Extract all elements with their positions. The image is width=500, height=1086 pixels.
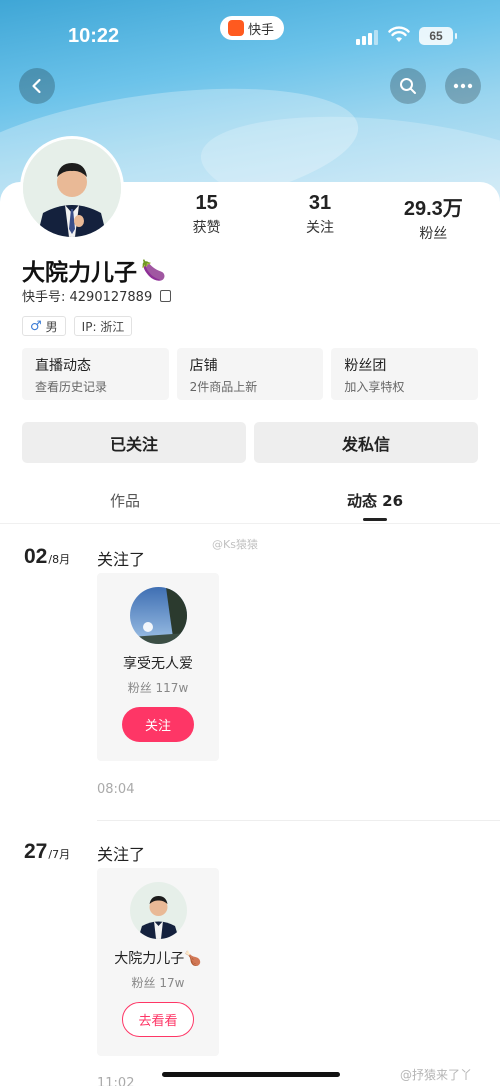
search-button[interactable] bbox=[390, 68, 426, 104]
ip-location-tag: IP: 浙江 bbox=[73, 316, 133, 336]
more-dots-icon bbox=[453, 83, 473, 89]
stat-label: 获赞 bbox=[192, 220, 221, 236]
info-card-title: 直播动态 bbox=[35, 358, 91, 374]
feed-date: 02 /8月 bbox=[24, 545, 70, 569]
cellular-signal-icon bbox=[356, 30, 378, 45]
drumstick-emoji-icon: 🍗 bbox=[184, 951, 202, 967]
followed-button[interactable]: 已关注 bbox=[22, 422, 246, 463]
feed-divider bbox=[97, 820, 500, 821]
watermark: @抒猿来了丫 bbox=[400, 1068, 473, 1082]
followed-user-name-row: 大院力儿子🍗 bbox=[97, 948, 219, 968]
kuaishou-id: 快手号: 4290127889 bbox=[22, 290, 153, 305]
profile-tags: ♂ 男 IP: 浙江 bbox=[22, 316, 133, 336]
app-name: 快手 bbox=[248, 22, 275, 38]
followed-user-card[interactable]: 享受无人爱 粉丝 117w 关注 bbox=[97, 573, 219, 761]
shop-card[interactable]: 店铺 2件商品上新 bbox=[176, 348, 324, 400]
stat-following[interactable]: 31 关注 bbox=[263, 192, 376, 243]
stat-label: 关注 bbox=[305, 220, 334, 236]
feed-action-text: 关注了 bbox=[97, 845, 146, 864]
male-icon: ♂ bbox=[30, 318, 42, 334]
stat-value: 15 bbox=[195, 192, 218, 214]
profile-info-cards: 直播动态 查看历史记录 店铺 2件商品上新 粉丝团 加入享特权 bbox=[22, 348, 479, 400]
feed-day: 02 bbox=[24, 545, 48, 568]
battery-icon: 65 bbox=[419, 27, 457, 45]
followed-user-name: 享受无人爱 bbox=[123, 656, 193, 672]
fan-club-card[interactable]: 粉丝团 加入享特权 bbox=[331, 348, 479, 400]
followed-user-card[interactable]: 大院力儿子🍗 粉丝 17w 去看看 bbox=[97, 868, 219, 1056]
info-card-subtitle: 查看历史记录 bbox=[35, 380, 108, 394]
followed-user-name: 大院力儿子 bbox=[114, 951, 185, 967]
stat-value: 31 bbox=[308, 192, 332, 214]
back-button[interactable] bbox=[19, 68, 55, 104]
info-card-title: 店铺 bbox=[189, 358, 218, 374]
feed-day: 27 bbox=[24, 840, 48, 863]
follow-button[interactable]: 关注 bbox=[122, 707, 194, 742]
avatar-image bbox=[23, 139, 121, 237]
feed-month: /7月 bbox=[48, 848, 71, 861]
feed-time: 08:04 bbox=[97, 782, 135, 797]
followed-user-avatar[interactable] bbox=[130, 882, 187, 939]
info-card-subtitle: 加入享特权 bbox=[344, 380, 405, 394]
watermark: @Ks猿猿 bbox=[212, 538, 258, 551]
info-card-title: 粉丝团 bbox=[344, 358, 387, 374]
profile-tabs: 作品 动态 26 bbox=[0, 480, 500, 524]
feed-action-text: 关注了 bbox=[97, 550, 146, 569]
profile-stats: 15 获赞 31 关注 29.3万 粉丝 bbox=[150, 192, 490, 243]
gender-tag: ♂ 男 bbox=[22, 316, 66, 336]
tab-moments[interactable]: 动态 26 bbox=[250, 480, 500, 523]
chevron-left-icon bbox=[32, 78, 41, 94]
wifi-icon bbox=[388, 26, 410, 49]
stat-value: 29.3万 bbox=[403, 198, 463, 220]
app-indicator-pill: 快手 bbox=[220, 16, 285, 40]
kuaishou-logo-icon bbox=[228, 20, 244, 36]
view-profile-button[interactable]: 去看看 bbox=[122, 1002, 194, 1037]
profile-name: 大院力儿子 bbox=[22, 260, 137, 286]
copy-icon[interactable] bbox=[160, 289, 172, 302]
followed-user-fans: 粉丝 17w bbox=[131, 976, 185, 990]
stat-label: 粉丝 bbox=[419, 226, 448, 242]
followed-user-avatar[interactable] bbox=[130, 587, 187, 644]
followed-user-fans: 粉丝 117w bbox=[127, 681, 189, 695]
live-history-card[interactable]: 直播动态 查看历史记录 bbox=[22, 348, 169, 400]
send-message-button[interactable]: 发私信 bbox=[254, 422, 478, 463]
stat-fans[interactable]: 29.3万 粉丝 bbox=[377, 192, 490, 243]
kuaishou-id-row[interactable]: 快手号: 4290127889 bbox=[22, 286, 172, 305]
tab-works[interactable]: 作品 bbox=[0, 480, 250, 523]
profile-actions: 已关注 发私信 bbox=[22, 422, 478, 463]
gender-text: 男 bbox=[45, 319, 58, 334]
search-icon bbox=[400, 78, 416, 94]
ip-location-text: IP: 浙江 bbox=[81, 319, 125, 334]
status-time: 10:22 bbox=[68, 25, 120, 47]
stat-likes[interactable]: 15 获赞 bbox=[150, 192, 263, 243]
home-indicator[interactable] bbox=[162, 1072, 340, 1077]
feed-time: 11:02 bbox=[97, 1076, 135, 1086]
feed-date: 27 /7月 bbox=[24, 840, 70, 864]
eggplant-emoji-icon: 🍆 bbox=[141, 258, 166, 282]
info-card-subtitle: 2件商品上新 bbox=[189, 380, 258, 394]
status-bar: 10:22 快手 65 bbox=[0, 0, 500, 70]
profile-name-row: 大院力儿子 🍆 bbox=[22, 253, 166, 287]
feed-month: /8月 bbox=[48, 553, 71, 566]
more-options-button[interactable] bbox=[445, 68, 481, 104]
profile-avatar[interactable] bbox=[20, 136, 124, 240]
